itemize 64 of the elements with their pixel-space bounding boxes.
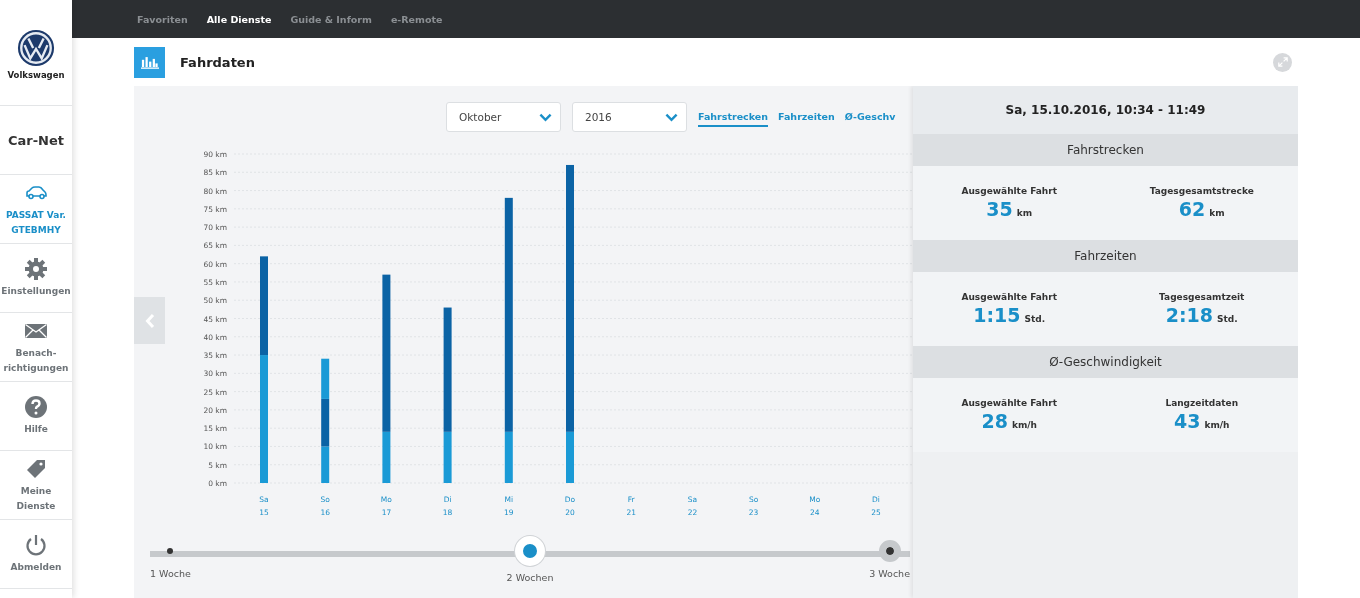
metric-unit: Std. bbox=[1024, 314, 1046, 324]
logo-icon bbox=[17, 29, 55, 67]
chevron-down-icon bbox=[539, 112, 552, 122]
nav-link[interactable]: Alle Dienste bbox=[206, 13, 272, 25]
nav-link[interactable]: Guide & Inform bbox=[290, 13, 372, 25]
tab[interactable]: Fahrstrecken bbox=[698, 107, 769, 127]
brand-name: Volkswagen bbox=[7, 70, 65, 80]
bar[interactable] bbox=[443, 307, 452, 432]
section-header: Fahrzeiten bbox=[913, 240, 1298, 272]
back-button[interactable] bbox=[134, 297, 165, 344]
expand-icon[interactable] bbox=[1273, 52, 1292, 72]
slider-label: 3 Woche bbox=[869, 568, 910, 579]
section-header: Fahrstrecken bbox=[913, 134, 1298, 166]
bar[interactable] bbox=[382, 274, 391, 432]
metric-label: Ausgewählte Fahrt bbox=[961, 186, 1057, 196]
page-title: Fahrdaten bbox=[180, 54, 256, 70]
sidebar-item[interactable]: Meine Dienste bbox=[0, 451, 72, 520]
metric-value: 35 bbox=[986, 198, 1013, 220]
sidebar-item[interactable]: PASSAT Var. GTEBMHY bbox=[0, 175, 72, 244]
bar[interactable] bbox=[321, 398, 330, 447]
metric-value: 2:18 bbox=[1165, 304, 1214, 326]
bar[interactable] bbox=[504, 197, 513, 432]
nav-link[interactable]: Favoriten bbox=[137, 13, 188, 25]
metric-label: Ausgewählte Fahrt bbox=[961, 398, 1057, 408]
metric-label: Tagesgesamtzeit bbox=[1159, 292, 1245, 302]
bar[interactable] bbox=[321, 358, 330, 399]
metric-label: Ausgewählte Fahrt bbox=[961, 292, 1057, 302]
bar[interactable] bbox=[321, 446, 330, 483]
panel-title: Sa, 15.10.2016, 10:34 - 11:49 bbox=[1005, 103, 1206, 117]
power-icon bbox=[24, 533, 48, 557]
help-icon bbox=[24, 395, 48, 419]
sidebar-item[interactable]: Benach-richtigungen bbox=[0, 313, 72, 382]
chevron-down-icon bbox=[665, 112, 678, 122]
metric-value: 1:15 bbox=[973, 304, 1021, 326]
dropdown[interactable]: 2016 bbox=[572, 102, 687, 132]
section-header: Ø-Geschwindigkeit bbox=[913, 346, 1298, 378]
sidebar-item[interactable]: Abmelden bbox=[0, 520, 72, 589]
slider-label: 2 Wochen bbox=[506, 572, 554, 583]
chevron-left-icon bbox=[144, 312, 155, 329]
nav-link[interactable]: e-Remote bbox=[390, 13, 443, 25]
app-title: Car-Net bbox=[8, 132, 64, 148]
metric-unit: Std. bbox=[1217, 314, 1238, 324]
bar[interactable] bbox=[382, 431, 391, 483]
dropdown[interactable]: Oktober bbox=[446, 102, 561, 132]
metric-value: 28 bbox=[981, 410, 1008, 432]
chart-icon bbox=[134, 46, 165, 78]
tab[interactable]: Ø-Geschv bbox=[844, 107, 896, 127]
slider-stop[interactable] bbox=[878, 540, 901, 562]
sidebar-item[interactable]: Hilfe bbox=[0, 382, 72, 451]
metric-unit: km/h bbox=[1011, 420, 1037, 430]
bar[interactable] bbox=[443, 431, 452, 483]
metric-unit: km/h bbox=[1204, 420, 1230, 430]
metric-value: 62 bbox=[1178, 198, 1206, 220]
tab[interactable]: Fahrzeiten bbox=[778, 107, 835, 127]
settings-icon bbox=[24, 257, 48, 281]
slider-label: 1 Woche bbox=[150, 568, 191, 579]
metric-unit: km bbox=[1209, 208, 1225, 218]
metric-unit: km bbox=[1016, 208, 1033, 218]
metric-value: 43 bbox=[1174, 410, 1201, 432]
slider-track[interactable] bbox=[150, 551, 910, 557]
metric-label: Langzeitdaten bbox=[1165, 398, 1239, 408]
sidebar-item[interactable]: Einstellungen bbox=[0, 244, 72, 313]
bar[interactable] bbox=[504, 431, 513, 483]
metric-label: Tagesgesamtstrecke bbox=[1149, 186, 1254, 196]
